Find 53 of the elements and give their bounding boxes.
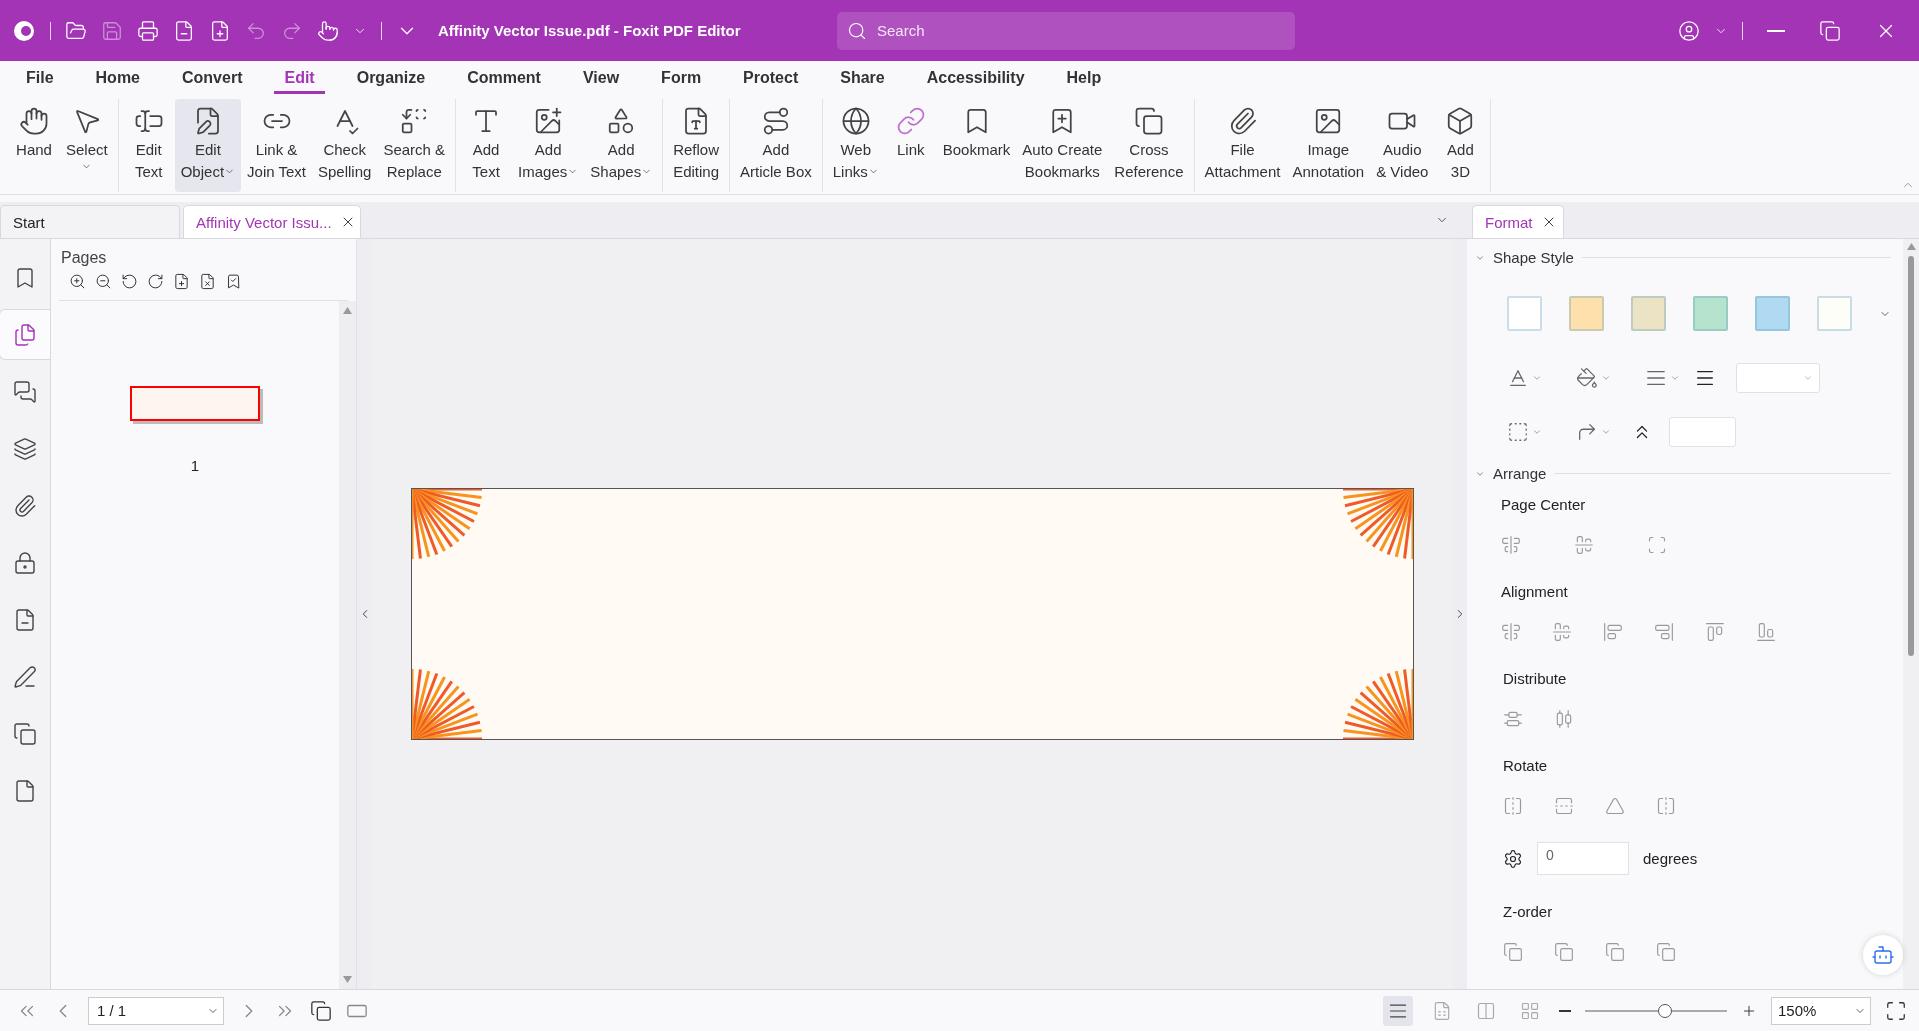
zoom-field[interactable]: 150% bbox=[1771, 996, 1871, 1025]
tab-label: Affinity Vector Issu... bbox=[196, 213, 332, 231]
subsection-title: Z-order bbox=[1503, 903, 1554, 920]
ribbon-button[interactable]: Edit Object bbox=[174, 99, 242, 192]
ribbon-button[interactable]: Check Spelling bbox=[312, 99, 378, 192]
document-tab[interactable]: Affinity Vector Issu... bbox=[183, 205, 361, 238]
ribbon-button[interactable]: Select bbox=[60, 99, 114, 192]
menu-tab[interactable]: Form bbox=[651, 64, 712, 94]
page-number: 1 bbox=[190, 457, 200, 474]
ribbon-button[interactable]: Hand bbox=[8, 99, 60, 192]
ribbon-button[interactable]: Link bbox=[884, 99, 937, 192]
menu-tab[interactable]: Help bbox=[1056, 64, 1112, 94]
menu-tab[interactable]: File bbox=[16, 64, 64, 94]
section-title: Shape Style bbox=[1493, 249, 1574, 266]
ribbon-button[interactable]: Link & Join Text bbox=[241, 99, 312, 192]
menu-tab[interactable]: Convert bbox=[172, 64, 253, 94]
menu-tab[interactable]: Home bbox=[85, 64, 150, 94]
menu-tab[interactable]: Accessibility bbox=[916, 64, 1035, 94]
page-field[interactable]: 1 / 1 bbox=[88, 996, 224, 1025]
menu-tab[interactable]: View bbox=[572, 64, 630, 94]
ribbon-button[interactable]: Add 3D bbox=[1434, 99, 1487, 192]
ribbon-button[interactable]: Add Article Box bbox=[734, 99, 818, 192]
menu-tab[interactable]: Protect bbox=[733, 64, 809, 94]
ribbon-button[interactable]: Image Annotation bbox=[1286, 99, 1371, 192]
subsection-title: Rotate bbox=[1503, 757, 1549, 774]
ribbon-button[interactable]: File Attachment bbox=[1198, 99, 1287, 192]
menu-tab[interactable]: Share bbox=[830, 64, 895, 94]
ribbon-button[interactable]: Add Text bbox=[460, 99, 513, 192]
ribbon-button[interactable]: Add Images bbox=[512, 99, 585, 192]
section-title: Arrange bbox=[1493, 465, 1547, 482]
ribbon-button[interactable]: Web Links bbox=[826, 99, 885, 192]
ribbon-button[interactable]: Search & Replace bbox=[377, 99, 452, 192]
tab-label: Start bbox=[13, 213, 45, 231]
subsection-title: Page Center bbox=[1501, 496, 1587, 513]
ribbon-button[interactable]: Reflow Editing bbox=[667, 99, 726, 192]
subsection-title: Distribute bbox=[1503, 670, 1568, 687]
subsection-title: Alignment bbox=[1501, 583, 1569, 600]
panel-title: Pages bbox=[60, 248, 108, 268]
ribbon-button[interactable]: Cross Reference bbox=[1108, 99, 1190, 192]
menu-tab[interactable]: Edit bbox=[274, 64, 325, 94]
format-tab[interactable]: Format bbox=[1472, 205, 1564, 238]
unit-label: degrees bbox=[1643, 850, 1698, 867]
ribbon-button[interactable]: Edit Text bbox=[122, 99, 175, 192]
ribbon-button[interactable]: Add Shapes bbox=[584, 99, 659, 192]
menu-tab[interactable]: Comment bbox=[457, 64, 551, 94]
degrees-field[interactable]: 0 bbox=[1537, 842, 1629, 875]
window-title: Affinity Vector Issue.pdf - Foxit PDF Editor bbox=[438, 22, 742, 39]
menu-tab[interactable]: Organize bbox=[346, 64, 436, 94]
ribbon-button[interactable]: Audio & Video bbox=[1370, 99, 1435, 192]
ribbon-button[interactable]: Auto Create Bookmarks bbox=[1016, 99, 1109, 192]
document-tab[interactable]: Start bbox=[0, 205, 180, 238]
tab-label: Format bbox=[1485, 213, 1533, 231]
ribbon-button[interactable]: Bookmark bbox=[936, 99, 1017, 192]
